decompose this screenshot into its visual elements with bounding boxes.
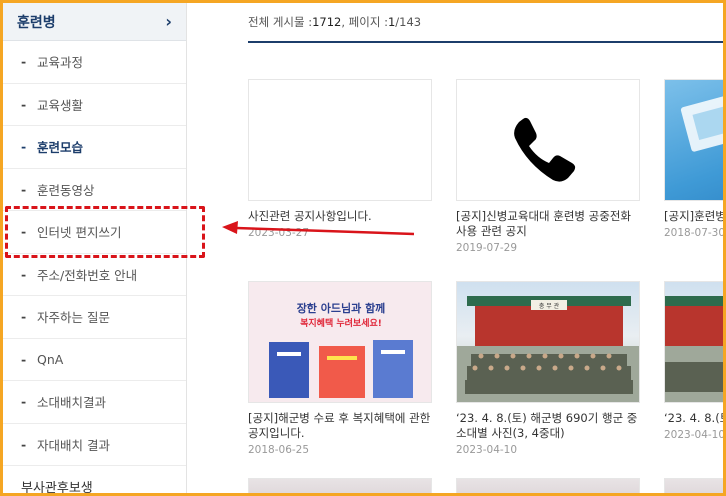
card-date: 2018-06-25 — [248, 444, 310, 456]
card-date: 2019-07-29 — [456, 242, 518, 254]
highlight-box — [5, 206, 205, 258]
card-title[interactable]: [공지]신병교육대대 훈련병 공중전화사용 관련 공지 — [456, 209, 640, 239]
gallery-card[interactable] — [248, 478, 432, 493]
dash-icon: - — [21, 139, 27, 155]
card-title[interactable]: [공지]해군병 수료 후 복지혜택에 관한 공지입니다. — [248, 411, 432, 441]
sidebar-item-training-photos[interactable]: - 훈련모습 — [3, 126, 186, 169]
sidebar-item-label: 자주하는 질문 — [37, 310, 110, 326]
sidebar-item-label: 주소/전화번호 안내 — [37, 267, 138, 283]
page-current: 1 — [387, 15, 396, 29]
building-sign: 충 무 관 — [539, 302, 560, 310]
sidebar-item-label: 자대배치 결과 — [37, 437, 110, 453]
welfare-poster-image: 장한 아드님과 함께 복지혜택 누려보세요! — [249, 282, 431, 402]
card-thumbnail[interactable] — [664, 281, 723, 403]
dash-icon: - — [21, 96, 27, 112]
poster-headline-2: 복지혜택 누려보세요! — [300, 317, 382, 329]
dash-icon: - — [21, 54, 27, 70]
sidebar-item-life[interactable]: - 교육생활 — [3, 84, 186, 126]
total-count: 1712 — [312, 15, 342, 29]
gallery-card[interactable]: 충 무 관 ‘23. 4. 8.(토) 해군병 690기 행군 중 소대별 사진… — [456, 281, 640, 456]
dash-icon: - — [21, 181, 27, 197]
gallery-board: 전체 게시물 : 1712, 페이지 : 1/143 사진관련 공지사항입니다.… — [188, 3, 723, 493]
sidebar-item-label: 소대배치결과 — [37, 395, 107, 411]
card-date: 2023-04-10 — [664, 429, 723, 441]
group-photo-image: 충 무 관 — [457, 296, 639, 402]
gallery-card[interactable]: 사진관련 공지사항입니다. 2023-03-27 — [248, 79, 432, 239]
card-date: 2023-04-10 — [456, 444, 518, 456]
sidebar-item-faq[interactable]: - 자주하는 질문 — [3, 296, 186, 339]
sidebar-item-platoon-result[interactable]: - 소대배치결과 — [3, 381, 186, 424]
page-total: /143 — [395, 15, 422, 29]
card-title[interactable]: ‘23. 4. 8.(토) 해군병 690기 행군 중 소대별 사진(3, 4중… — [456, 411, 640, 441]
sidebar-item-label: 교육생활 — [37, 97, 84, 113]
card-thumbnail[interactable]: 충 무 관 — [456, 281, 640, 403]
card-thumbnail[interactable] — [664, 79, 723, 201]
card-thumbnail[interactable] — [664, 478, 723, 493]
gallery-card[interactable]: [공지]훈련병 2018-07-30 — [664, 79, 723, 239]
sidebar-item-course[interactable]: - 교육과정 — [3, 41, 186, 84]
sidebar-item-label: 교육과정 — [37, 55, 84, 71]
phone-icon — [514, 117, 576, 182]
arrow-left-icon — [222, 221, 415, 236]
group-photo-image — [665, 296, 723, 402]
page-label: , 페이지 : — [341, 15, 388, 29]
gallery-card[interactable]: ‘23. 4. 8.(토) 별 사진(1, 2 2023-04-10 — [664, 281, 723, 441]
sidebar-item-label: 훈련모습 — [37, 140, 84, 156]
sidebar-section-nco[interactable]: 부사관후보생 — [3, 466, 186, 494]
notice-image — [680, 90, 723, 152]
dash-icon: - — [21, 394, 27, 410]
gallery-card[interactable]: 장한 아드님과 함께 복지혜택 누려보세요! [공지]해군병 수료 후 복지혜택… — [248, 281, 432, 456]
poster-headline-1: 장한 아드님과 함께 — [297, 301, 386, 315]
sidebar-header-title: 훈련병 — [17, 14, 56, 31]
card-date: 2018-07-30 — [664, 227, 723, 239]
chevron-right-icon: › — [165, 12, 172, 31]
sidebar-item-address-phone[interactable]: - 주소/전화번호 안내 — [3, 254, 186, 296]
gallery-card[interactable] — [456, 478, 640, 493]
total-label: 전체 게시물 : — [248, 15, 313, 29]
dash-icon: - — [21, 266, 27, 282]
card-thumbnail[interactable]: 장한 아드님과 함께 복지혜택 누려보세요! — [248, 281, 432, 403]
sidebar-item-training-videos[interactable]: - 훈련동영상 — [3, 169, 186, 211]
sidebar-item-label: 훈련동영상 — [37, 182, 95, 198]
dash-icon: - — [21, 351, 27, 367]
card-thumbnail[interactable] — [456, 79, 640, 201]
gallery-card[interactable]: [공지]신병교육대대 훈련병 공중전화사용 관련 공지 2019-07-29 — [456, 79, 640, 254]
board-count-bar: 전체 게시물 : 1712, 페이지 : 1/143 — [248, 3, 723, 43]
dash-icon: - — [21, 436, 27, 452]
card-thumbnail[interactable] — [248, 478, 432, 493]
card-thumbnail[interactable] — [248, 79, 432, 201]
gallery-card[interactable] — [664, 478, 723, 493]
card-title[interactable]: ‘23. 4. 8.(토) 별 사진(1, 2 — [664, 411, 723, 426]
sidebar-header[interactable]: 훈련병 › — [3, 3, 186, 41]
sidebar-item-label: QnA — [37, 351, 64, 367]
dash-icon: - — [21, 309, 27, 325]
card-thumbnail[interactable] — [456, 478, 640, 493]
sidebar-item-qna[interactable]: - QnA — [3, 339, 186, 381]
sidebar-item-unit-result[interactable]: - 자대배치 결과 — [3, 424, 186, 466]
card-title[interactable]: [공지]훈련병 — [664, 209, 723, 224]
